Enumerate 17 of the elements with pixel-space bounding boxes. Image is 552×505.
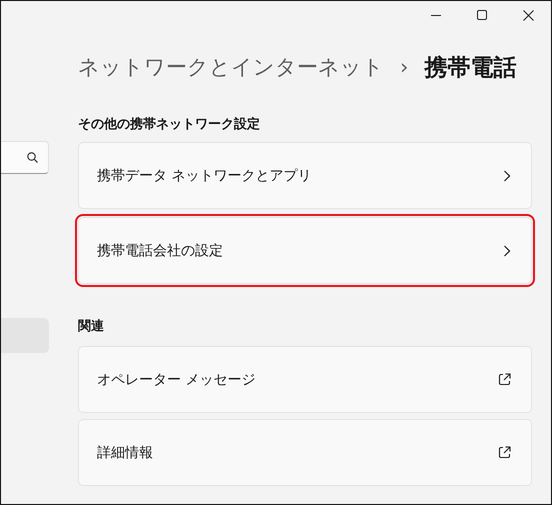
external-link-icon [498, 446, 511, 459]
settings-row[interactable]: オペレーター メッセージ [78, 346, 532, 413]
search-icon [27, 152, 38, 163]
settings-row[interactable]: 携帯データ ネットワークとアプリ [78, 142, 532, 209]
breadcrumb-separator: › [400, 55, 408, 79]
maximize-icon [477, 10, 487, 20]
section-heading: その他の携帯ネットワーク設定 [78, 116, 261, 134]
settings-row[interactable]: 詳細情報 [78, 419, 532, 486]
page-title: 携帯電話 [424, 54, 516, 82]
close-icon [522, 10, 534, 20]
search-field[interactable] [1, 141, 49, 174]
section-heading: 関連 [78, 318, 105, 336]
chevron-icon [503, 170, 511, 182]
settings-row[interactable]: 携帯電話会社の設定 [78, 217, 532, 284]
external-link-icon [498, 373, 511, 386]
chevron-icon [503, 244, 511, 256]
breadcrumb-parent[interactable]: ネットワークとインターネット [78, 53, 384, 81]
